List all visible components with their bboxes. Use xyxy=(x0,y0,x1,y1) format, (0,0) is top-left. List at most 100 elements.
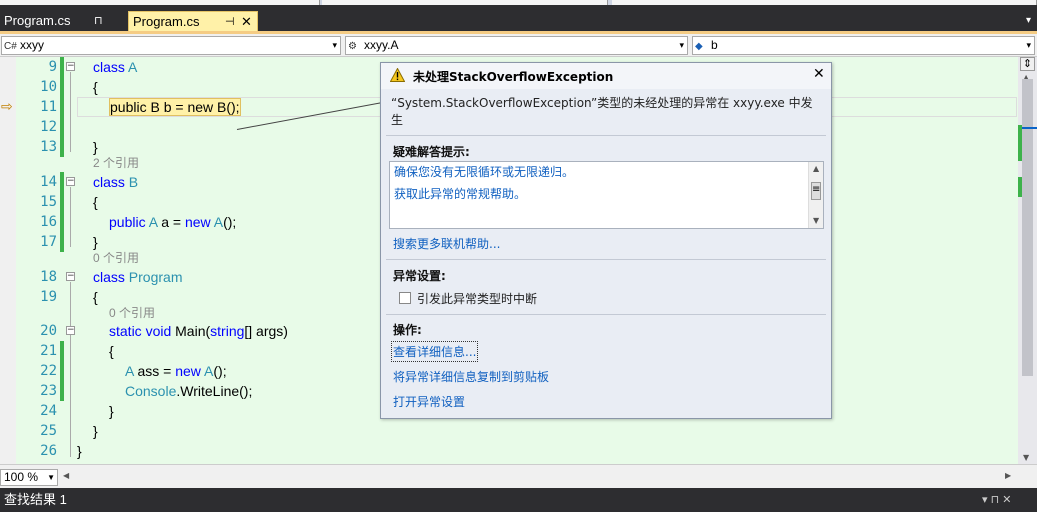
reference-count[interactable]: 2 个引用 xyxy=(93,154,139,172)
code-line-25[interactable]: } xyxy=(93,421,98,441)
dropdown-arrow-icon: ▼ xyxy=(47,473,55,482)
copy-details-link[interactable]: 将异常详细信息复制到剪贴板 xyxy=(393,368,549,385)
type-name: Program xyxy=(128,269,183,285)
reference-count[interactable]: 0 个引用 xyxy=(109,304,155,322)
reference-count[interactable]: 0 个引用 xyxy=(93,249,139,267)
panel-controls[interactable]: ▾ ⊓ ✕ xyxy=(982,488,1011,512)
collapse-toggle[interactable]: − xyxy=(66,177,75,186)
open-exception-settings-link[interactable]: 打开异常设置 xyxy=(393,393,465,410)
exception-highlight[interactable]: public B b = new B(); xyxy=(109,98,241,116)
code-line-24[interactable]: } xyxy=(109,401,114,421)
indicator-margin[interactable] xyxy=(0,57,16,464)
tip-link[interactable]: 获取此异常的常规帮助。 xyxy=(394,185,526,202)
break-on-exception-label[interactable]: 引发此异常类型时中断 xyxy=(417,290,537,307)
close-icon[interactable]: ✕ xyxy=(813,66,825,82)
keyword: class xyxy=(93,174,125,190)
code-line-16[interactable]: public A a = new A(); xyxy=(109,212,236,232)
code-line-15[interactable]: { xyxy=(93,192,98,212)
code-line-20[interactable]: static void Main(string[] args) xyxy=(109,321,288,341)
line-number: 12 xyxy=(40,119,57,135)
tips-scrollbar[interactable]: ▲ ≡ ▼ xyxy=(808,162,823,228)
search-online-help-link[interactable]: 搜索更多联机帮助... xyxy=(393,235,500,252)
dropdown-arrow-icon[interactable]: ▾ xyxy=(1026,15,1031,26)
line-number: 21 xyxy=(40,343,57,359)
type-dropdown[interactable]: ⚙ xxyy.A ▾ xyxy=(345,36,688,55)
code-text: a = xyxy=(161,214,182,230)
type-name: A xyxy=(213,214,224,230)
code-line-11[interactable]: public B b = new B(); xyxy=(109,97,241,117)
change-marker xyxy=(1018,177,1022,197)
scroll-down-arrow[interactable]: ▼ xyxy=(813,216,819,225)
line-number: 15 xyxy=(40,194,57,210)
close-icon[interactable]: ✕ xyxy=(241,12,252,32)
dropdown-arrow-icon: ▾ xyxy=(679,40,684,50)
pin-icon[interactable]: ⊣ xyxy=(225,12,235,32)
line-number: 25 xyxy=(40,423,57,439)
zoom-dropdown[interactable]: 100 % ▼ xyxy=(0,469,58,486)
project-dropdown[interactable]: C# xxyy ▾ xyxy=(1,36,341,55)
split-icon[interactable]: ⇕ xyxy=(1020,57,1035,71)
zoom-value: 100 % xyxy=(4,470,39,484)
tip-link[interactable]: 确保您没有无限循环或无限递归。 xyxy=(394,163,574,180)
exception-helper-popup[interactable]: 未处理StackOverflowException ✕ “System.Stac… xyxy=(380,62,832,419)
code-line-19[interactable]: { xyxy=(93,287,98,307)
divider xyxy=(386,135,826,136)
code-line-21[interactable]: { xyxy=(109,341,114,361)
code-line-23[interactable]: Console.WriteLine(); xyxy=(125,381,252,401)
scroll-up-arrow[interactable]: ▲ xyxy=(813,164,819,173)
code-line-26[interactable]: } xyxy=(77,441,82,461)
tab-program-cs-1[interactable]: Program.cs ⊓ xyxy=(0,11,120,32)
code-text: ass = xyxy=(137,363,172,379)
collapse-toggle[interactable]: − xyxy=(66,272,75,281)
type-name: A xyxy=(204,363,214,379)
view-details-link[interactable]: 查看详细信息... xyxy=(390,341,479,362)
line-number: 17 xyxy=(40,234,57,250)
dropdown-arrow-icon: ▾ xyxy=(1026,40,1031,50)
change-marker xyxy=(1018,125,1022,161)
vertical-scrollbar[interactable]: ⇕ ▲ ▼ xyxy=(1018,57,1037,464)
line-number: 20 xyxy=(40,323,57,339)
navigation-bar: C# xxyy ▾ ⚙ xxyy.A ▾ ◆ b ▾ xyxy=(0,34,1037,57)
code-line-22[interactable]: A ass = new A(); xyxy=(125,361,227,381)
scroll-right-arrow[interactable]: ▶ xyxy=(1005,471,1011,480)
pin-icon[interactable]: ⊓ xyxy=(94,11,103,31)
line-number: 11 xyxy=(40,99,57,115)
scroll-thumb[interactable]: ≡ xyxy=(811,182,821,200)
find-results-panel-header[interactable]: 查找结果 1 ▾ ⊓ ✕ xyxy=(0,488,1037,512)
dropdown-arrow-icon: ▾ xyxy=(332,40,337,50)
tab-program-cs-2[interactable]: Program.cs ⊣ ✕ xyxy=(128,11,258,32)
tips-heading: 疑难解答提示: xyxy=(393,145,470,159)
code-line-18[interactable]: class Program xyxy=(93,267,182,287)
code-line-9[interactable]: class A xyxy=(93,57,137,77)
type-name: xxyy.A xyxy=(364,38,399,52)
change-marker xyxy=(60,57,64,157)
collapse-toggle[interactable]: − xyxy=(66,62,75,71)
scroll-left-arrow[interactable]: ◀ xyxy=(63,471,69,480)
code-line-10[interactable]: { xyxy=(93,77,98,97)
keyword: new xyxy=(184,214,211,230)
csharp-project-icon: C# xyxy=(4,41,17,52)
change-marker xyxy=(60,341,64,401)
break-on-exception-checkbox[interactable] xyxy=(399,292,411,304)
line-number: 19 xyxy=(40,289,57,305)
type-name: B xyxy=(128,174,139,190)
code-text: .WriteLine(); xyxy=(176,383,253,399)
collapse-toggle[interactable]: − xyxy=(66,326,75,335)
scroll-thumb[interactable] xyxy=(1022,79,1033,376)
line-number: 14 xyxy=(40,174,57,190)
exception-settings-heading: 异常设置: xyxy=(393,269,446,283)
keyword: new xyxy=(175,363,201,379)
code-text: (); xyxy=(223,214,237,230)
exception-message: “System.StackOverflowException”类型的未经处理的异… xyxy=(391,96,813,127)
tips-list[interactable]: 确保您没有无限循环或无限递归。 获取此异常的常规帮助。 ▲ ≡ ▼ xyxy=(389,161,824,229)
tab-label: Program.cs xyxy=(133,14,200,29)
scroll-down-arrow[interactable]: ▼ xyxy=(1023,453,1029,462)
panel-title: 查找结果 1 xyxy=(4,492,67,507)
member-dropdown[interactable]: ◆ b ▾ xyxy=(692,36,1035,55)
divider xyxy=(386,314,826,315)
tab-label: Program.cs xyxy=(4,13,71,28)
code-line-14[interactable]: class B xyxy=(93,172,138,192)
type-name: Console xyxy=(125,383,177,399)
line-number: 26 xyxy=(40,443,57,459)
breakpoint-arrow-icon: ⇨ xyxy=(1,99,13,115)
